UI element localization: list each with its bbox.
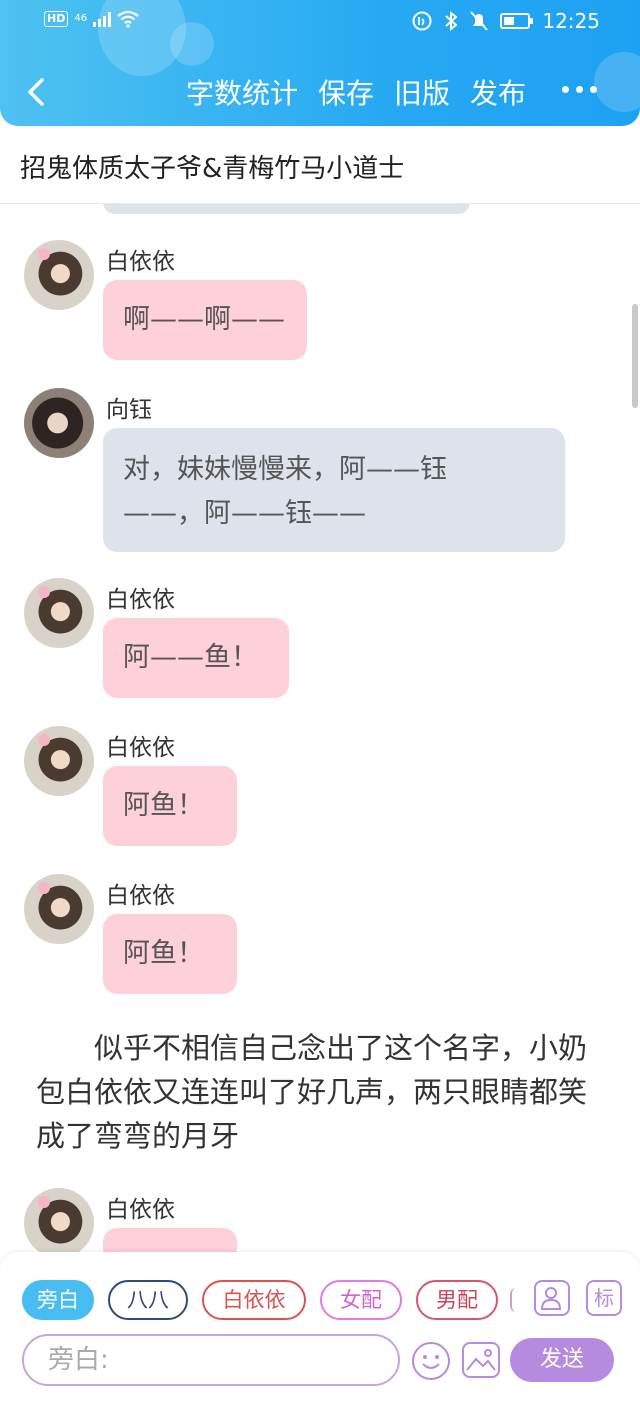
speaker-name: 白依依 <box>106 883 175 909</box>
avatar[interactable] <box>24 578 94 648</box>
image-icon[interactable] <box>462 1342 500 1378</box>
tag-button[interactable]: 标 <box>586 1280 622 1316</box>
role-chip-female-support[interactable]: 女配 <box>320 1280 402 1320</box>
message-bubble[interactable]: 啊——啊—— <box>103 280 307 360</box>
emoji-icon[interactable] <box>412 1342 450 1380</box>
message-line: 对，妹妹慢慢来，阿——钰 <box>123 454 447 485</box>
send-button[interactable]: 发送 <box>510 1338 614 1382</box>
avatar[interactable] <box>24 388 94 458</box>
role-chip-bai-yiyi[interactable]: 白依依 <box>202 1280 306 1320</box>
speaker-name: 向钰 <box>106 397 152 423</box>
input-panel: 旁白 八八 白依依 女配 男配 标 旁白: 发送 <box>0 1252 640 1422</box>
role-chip-partial[interactable] <box>510 1288 516 1312</box>
app-header: HD 46 12:25 字数统计 保存 旧版 发布 <box>0 0 640 126</box>
previous-message-bubble <box>103 204 470 214</box>
chat-area[interactable]: 白依依 啊——啊—— 向钰 对，妹妹慢慢来，阿——钰 ——，阿——钰—— 白依依… <box>0 204 640 1252</box>
nav-actions: 字数统计 保存 旧版 发布 <box>186 72 526 112</box>
eye-comfort-icon <box>412 11 432 31</box>
title-bar: 招鬼体质太子爷&青梅竹马小道士 <box>0 126 640 204</box>
avatar[interactable] <box>24 726 94 796</box>
mute-bell-icon <box>470 11 489 31</box>
character-manage-icon[interactable] <box>534 1280 570 1316</box>
message-bubble[interactable]: 阿鱼！ <box>103 914 237 994</box>
story-title[interactable]: 招鬼体质太子爷&青梅竹马小道士 <box>20 148 404 185</box>
speaker-name: 白依依 <box>106 735 175 761</box>
message-bubble[interactable] <box>103 1228 237 1252</box>
speaker-name: 白依依 <box>106 1197 175 1223</box>
save-button[interactable]: 保存 <box>318 72 374 112</box>
status-bar: HD 46 12:25 <box>0 0 640 44</box>
hd-badge: HD <box>44 11 69 27</box>
back-button[interactable] <box>22 74 52 110</box>
nav-bar: 字数统计 保存 旧版 发布 <box>0 62 640 122</box>
avatar[interactable] <box>24 240 94 310</box>
word-count-button[interactable]: 字数统计 <box>186 72 298 112</box>
speaker-name: 白依依 <box>106 249 175 275</box>
old-version-button[interactable]: 旧版 <box>394 72 450 112</box>
more-menu-button[interactable] <box>562 86 597 93</box>
role-chip-baba[interactable]: 八八 <box>108 1280 188 1320</box>
wifi-icon <box>117 10 139 28</box>
narration-paragraph[interactable]: 似乎不相信自己念出了这个名字，小奶包白依依又连连叫了好几声，两只眼睛都笑成了弯弯… <box>36 1026 606 1158</box>
speaker-name: 白依依 <box>106 587 175 613</box>
clock-time: 12:25 <box>542 9 600 33</box>
message-input[interactable]: 旁白: <box>22 1334 400 1386</box>
signal-icon <box>93 11 112 27</box>
battery-icon <box>500 13 534 29</box>
avatar[interactable] <box>24 874 94 944</box>
role-chip-narrator[interactable]: 旁白 <box>22 1280 94 1320</box>
network-type: 46 <box>74 13 88 24</box>
role-chip-male-support[interactable]: 男配 <box>416 1280 498 1320</box>
avatar[interactable] <box>24 1188 94 1252</box>
bluetooth-icon <box>445 11 458 31</box>
message-bubble[interactable]: 阿——鱼！ <box>103 618 289 698</box>
message-bubble[interactable]: 阿鱼！ <box>103 766 237 846</box>
message-line: ——，阿——钰—— <box>123 498 366 529</box>
message-bubble[interactable]: 对，妹妹慢慢来，阿——钰 ——，阿——钰—— <box>103 428 565 552</box>
scrollbar[interactable] <box>632 304 638 408</box>
publish-button[interactable]: 发布 <box>470 72 526 112</box>
